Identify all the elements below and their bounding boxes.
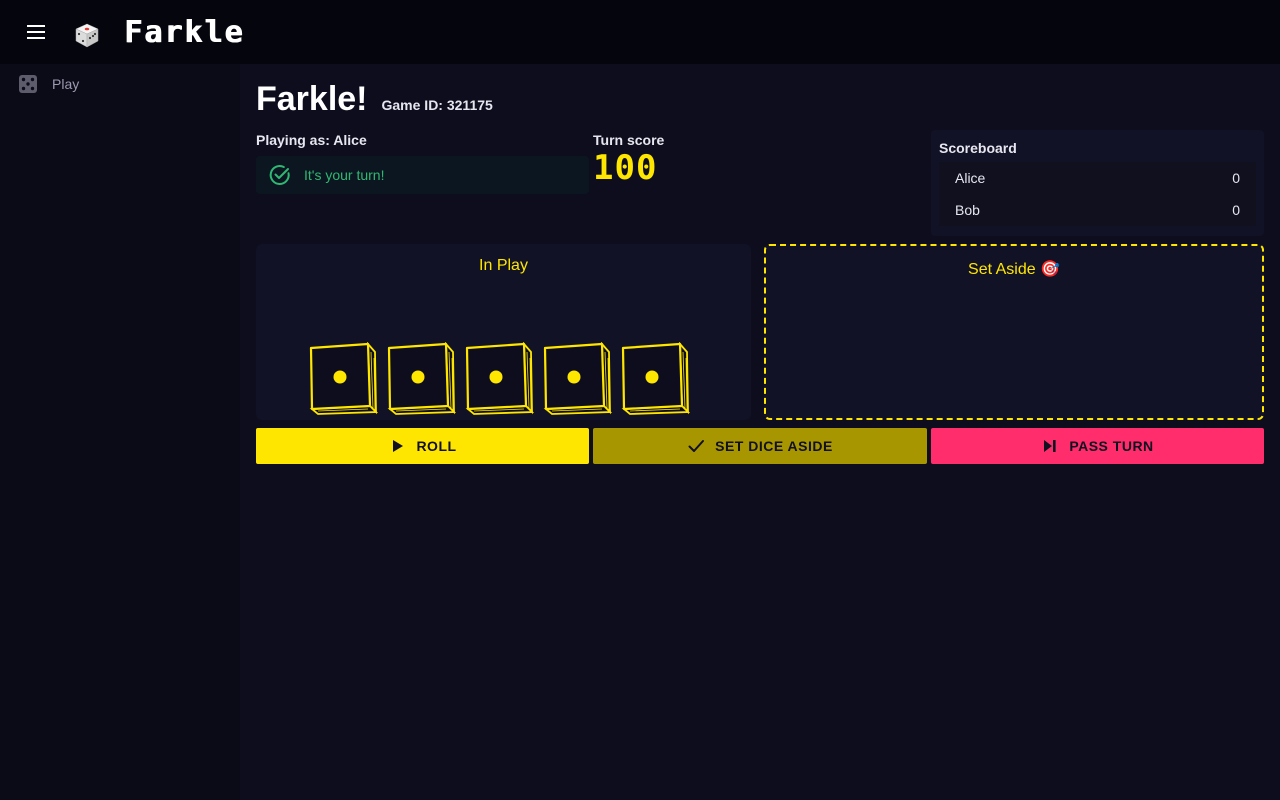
playing-as: Playing as: Alice (256, 132, 367, 148)
die-pip (567, 370, 581, 384)
scoreboard-title: Scoreboard (939, 140, 1017, 156)
pass-turn-label: PASS TURN (1069, 438, 1154, 454)
menu-icon[interactable] (24, 20, 48, 44)
die[interactable] (464, 342, 534, 416)
title-row: Farkle! Game ID: 321175 (256, 80, 493, 119)
player-score: 0 (1232, 170, 1240, 186)
turn-status-alert: It's your turn! (256, 156, 589, 194)
player-name: Alice (333, 132, 367, 148)
playing-as-label: Playing as: (256, 132, 330, 148)
game-id: Game ID: 321175 (381, 97, 493, 113)
main-content: Farkle! Game ID: 321175 Playing as: Alic… (240, 64, 1280, 800)
set-aside-panel[interactable]: Set Aside 🎯 (764, 244, 1264, 420)
die[interactable] (386, 342, 456, 416)
app-title: Farkle (124, 14, 245, 50)
check-circle-icon (269, 165, 290, 185)
page-title: Farkle! (256, 80, 368, 118)
scoreboard-table: Alice 0 Bob 0 (939, 162, 1256, 226)
roll-button[interactable]: ROLL (256, 428, 589, 464)
player-name: Alice (955, 170, 986, 186)
die[interactable] (542, 342, 612, 416)
pass-turn-button[interactable]: PASS TURN (931, 428, 1264, 464)
die-pip (645, 370, 659, 384)
turn-score-value: 100 (593, 148, 658, 188)
in-play-panel: In Play (256, 244, 751, 420)
set-dice-aside-label: SET DICE ASIDE (715, 438, 833, 454)
die-pip (489, 370, 503, 384)
player-name: Bob (955, 202, 980, 218)
check-icon (688, 440, 705, 452)
dice-five-icon (19, 75, 37, 93)
sidebar-item-label: Play (52, 76, 80, 92)
die-pip (333, 370, 347, 384)
die[interactable] (308, 342, 378, 416)
die-pip (411, 370, 425, 384)
player-score: 0 (1232, 202, 1240, 218)
sidebar: Play (0, 64, 240, 800)
roll-label: ROLL (416, 438, 457, 454)
play-icon (393, 440, 404, 452)
scoreboard-row: Alice 0 (939, 162, 1256, 194)
in-play-dice (308, 342, 690, 416)
dice-logo-icon (75, 23, 99, 48)
turn-message: It's your turn! (304, 167, 385, 183)
scoreboard-row: Bob 0 (939, 194, 1256, 226)
die[interactable] (620, 342, 690, 416)
set-dice-aside-button[interactable]: SET DICE ASIDE (593, 428, 927, 464)
scoreboard: Scoreboard Alice 0 Bob 0 (931, 130, 1264, 236)
set-aside-title: Set Aside 🎯 (968, 261, 1060, 278)
sidebar-item-play[interactable]: Play (0, 64, 240, 104)
turn-score-label: Turn score (593, 132, 665, 148)
app-bar: Farkle (0, 0, 1280, 64)
skip-next-icon (1044, 440, 1056, 452)
in-play-title: In Play (479, 257, 528, 274)
